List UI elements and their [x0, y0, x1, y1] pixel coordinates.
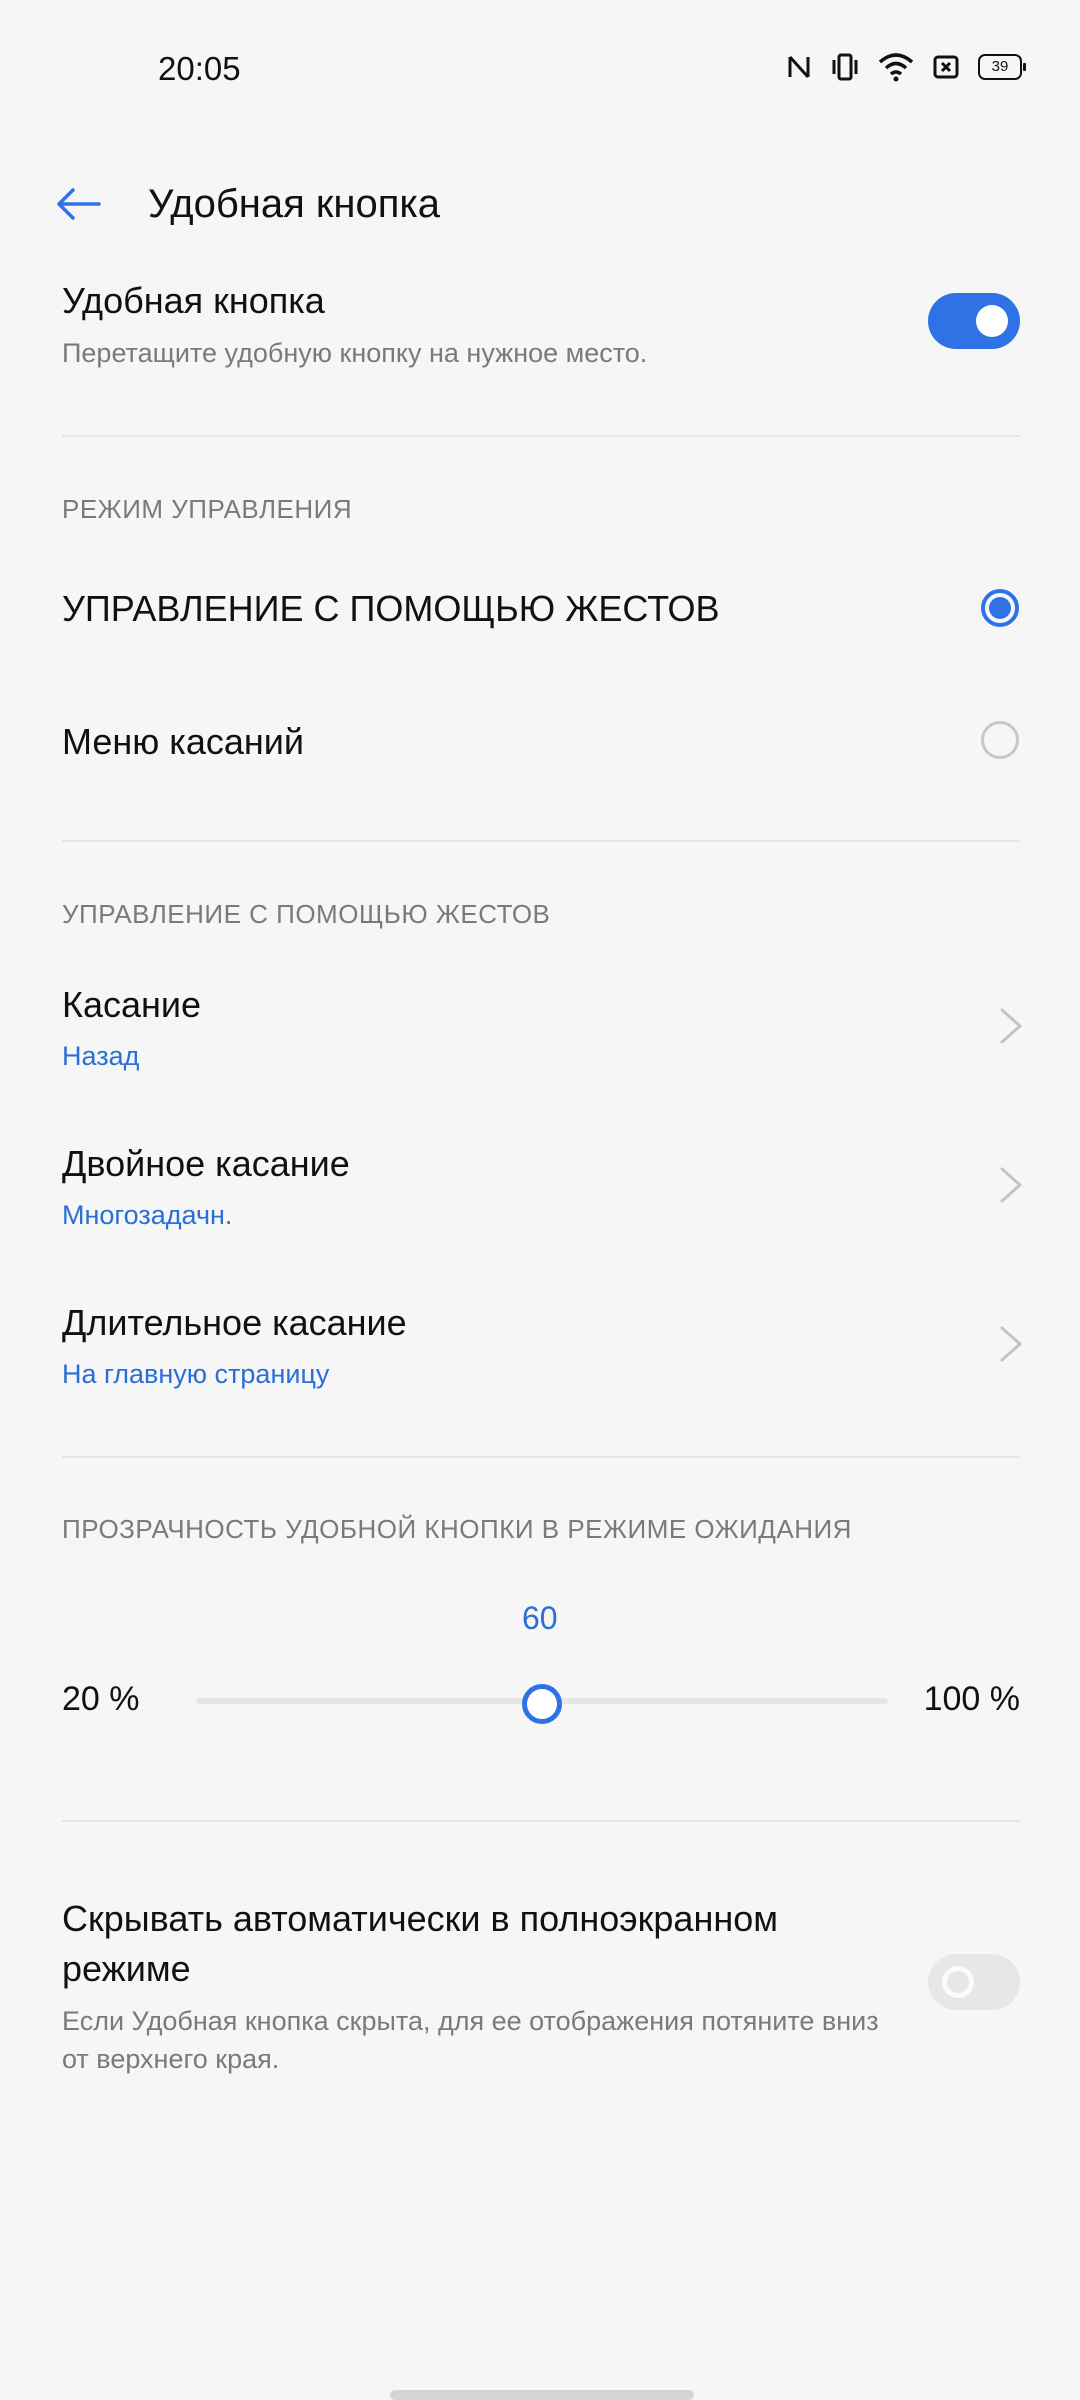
- auto-hide-switch[interactable]: [928, 1954, 1020, 2010]
- arrow-left-icon: [57, 188, 101, 220]
- wifi-icon: [878, 53, 914, 82]
- gesture-double-tap-value: Многозадачн.: [62, 1200, 233, 1230]
- back-button[interactable]: [50, 176, 106, 232]
- auto-hide-subtitle: Если Удобная кнопка скрыта, для ее отобр…: [62, 2006, 879, 2074]
- page-title: Удобная кнопка: [148, 182, 441, 226]
- main-toggle-title: Удобная кнопка: [62, 280, 325, 321]
- gesture-tap-value: Назад: [62, 1041, 140, 1071]
- gesture-tap-title[interactable]: Касание: [62, 984, 201, 1026]
- chevron-right-icon[interactable]: [994, 1324, 1028, 1364]
- section-label-control-mode: РЕЖИМ УПРАВЛЕНИЯ: [62, 494, 353, 524]
- vibrate-icon: [832, 53, 858, 81]
- divider: [62, 1456, 1020, 1458]
- section-label-transparency: ПРОЗРАЧНОСТЬ УДОБНОЙ КНОПКИ В РЕЖИМЕ ОЖИ…: [62, 1514, 852, 1544]
- slider-min-label: 20 %: [62, 1680, 140, 1718]
- toggle-knob: [942, 1966, 974, 1998]
- option-gestures-label[interactable]: УПРАВЛЕНИЕ С ПОМОЩЬЮ ЖЕСТОВ: [62, 588, 720, 630]
- toggle-knob: [976, 305, 1008, 337]
- radio-dot: [989, 597, 1011, 619]
- status-icons: 39: [786, 52, 1026, 82]
- home-indicator[interactable]: [390, 2390, 694, 2400]
- option-touch-menu-label[interactable]: Меню касаний: [62, 721, 304, 763]
- gesture-long-press-title[interactable]: Длительное касание: [62, 1302, 407, 1344]
- divider: [62, 1820, 1020, 1822]
- main-toggle-switch[interactable]: [928, 293, 1020, 349]
- nfc-icon: [788, 55, 810, 79]
- gesture-long-press-value: На главную страницу: [62, 1359, 330, 1389]
- gesture-double-tap-title[interactable]: Двойное касание: [62, 1143, 350, 1185]
- option-touch-menu-radio[interactable]: [981, 721, 1019, 759]
- main-toggle-subtitle: Перетащите удобную кнопку на нужное мест…: [62, 338, 648, 368]
- chevron-right-icon[interactable]: [994, 1165, 1028, 1205]
- battery-icon: 39: [978, 54, 1026, 80]
- slider-max-label: 100 %: [923, 1680, 1020, 1718]
- sim-off-icon: [933, 55, 959, 79]
- slider-value: 60: [522, 1600, 558, 1636]
- option-gestures-radio[interactable]: [981, 589, 1019, 627]
- auto-hide-title: Скрывать автоматически в полноэкранном р…: [62, 1898, 778, 1989]
- status-time: 20:05: [158, 50, 241, 87]
- divider: [62, 435, 1020, 437]
- transparency-slider-thumb[interactable]: [522, 1684, 562, 1724]
- section-label-gestures: УПРАВЛЕНИЕ С ПОМОЩЬЮ ЖЕСТОВ: [62, 899, 551, 929]
- divider: [62, 840, 1020, 842]
- chevron-right-icon[interactable]: [994, 1006, 1028, 1046]
